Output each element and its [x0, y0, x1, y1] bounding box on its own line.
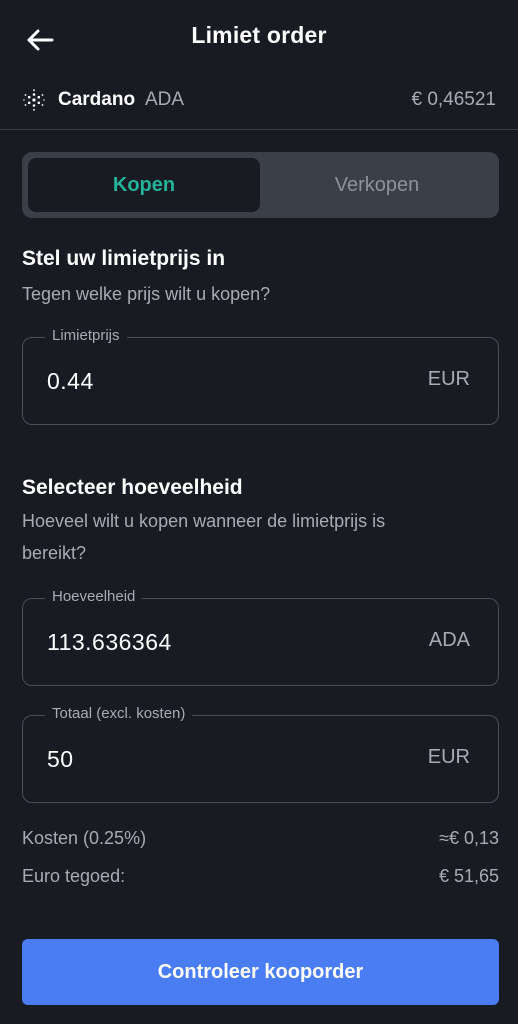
limit-price-unit: EUR — [427, 368, 470, 390]
limit-section-subtitle: Tegen welke prijs wilt u kopen? — [22, 284, 271, 304]
quantity-unit: ADA — [428, 629, 470, 651]
total-label: Totaal (excl. kosten) — [45, 705, 193, 722]
limit-price-label: Limietprijs — [45, 327, 127, 344]
asset-name: Cardano — [58, 89, 136, 110]
page-title: Limiet order — [191, 22, 327, 48]
balance-row: Euro tegoed: € 51,65 — [22, 866, 499, 892]
total-input[interactable]: 50 — [47, 746, 74, 773]
header: Limiet order — [0, 0, 518, 76]
asset-price: € 0,46521 — [411, 89, 496, 110]
tab-sell[interactable]: Verkopen — [261, 158, 493, 212]
total-field[interactable]: Totaal (excl. kosten) 50 EUR — [22, 705, 499, 803]
amount-section-subtitle-line2: bereikt? — [22, 543, 87, 563]
fees-row: Kosten (0.25%) ≈€ 0,13 — [22, 828, 499, 854]
limit-price-input[interactable]: 0.44 — [47, 368, 94, 395]
fees-value: ≈€ 0,13 — [439, 828, 499, 848]
asset-row: Cardano ADA € 0,46521 — [0, 76, 518, 130]
balance-label: Euro tegoed: — [22, 866, 126, 886]
amount-section-subtitle-line1: Hoeveel wilt u kopen wanneer de limietpr… — [22, 511, 386, 531]
total-unit: EUR — [427, 746, 470, 768]
buy-sell-toggle: Kopen Verkopen — [22, 152, 499, 218]
fees-label: Kosten (0.25%) — [22, 828, 147, 848]
limit-order-screen: Limiet order Cardano ADA € 0,46521 Kopen… — [0, 0, 518, 1024]
quantity-input[interactable]: 113.636364 — [47, 629, 172, 656]
asset-ticker: ADA — [145, 89, 185, 110]
quantity-label: Hoeveelheid — [45, 588, 143, 605]
balance-value: € 51,65 — [438, 866, 499, 886]
review-buy-order-button[interactable]: Controleer kooporder — [22, 939, 499, 1005]
cardano-logo-icon — [23, 89, 45, 111]
quantity-field[interactable]: Hoeveelheid 113.636364 ADA — [22, 588, 499, 686]
limit-price-field[interactable]: Limietprijs 0.44 EUR — [22, 327, 499, 425]
tab-buy[interactable]: Kopen — [28, 158, 260, 212]
limit-section-title: Stel uw limietprijs in — [22, 247, 226, 270]
amount-section-title: Selecteer hoeveelheid — [22, 476, 243, 499]
